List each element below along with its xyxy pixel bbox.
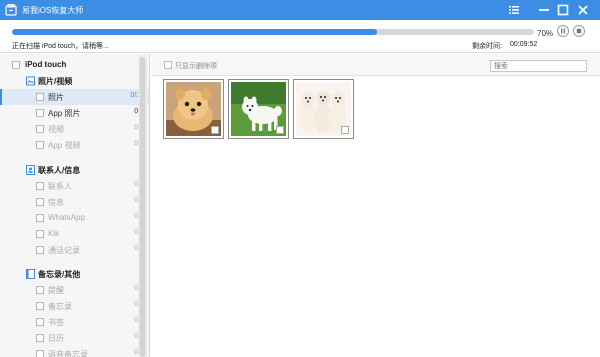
sidebar-scrollbar[interactable] bbox=[138, 54, 147, 357]
thumbnail-checkbox[interactable] bbox=[211, 126, 219, 134]
sidebar-item-call-history[interactable]: 通话记录 0/0 bbox=[0, 242, 149, 258]
category-sidebar: iPod touch 照片/视频 照片 0/37 App 照片 0/2 视频 0… bbox=[0, 54, 150, 357]
search-input[interactable] bbox=[490, 60, 587, 72]
sidebar-item-label: Kik bbox=[48, 229, 60, 238]
sidebar-item-label: App 照片 bbox=[48, 109, 81, 118]
sidebar-item-label: 备忘录 bbox=[48, 302, 72, 311]
item-checkbox[interactable] bbox=[36, 93, 44, 101]
item-checkbox[interactable] bbox=[36, 125, 44, 133]
item-checkbox[interactable] bbox=[36, 198, 44, 206]
close-icon[interactable] bbox=[576, 3, 590, 17]
scan-status-text: 正在扫描 iPod touch，请稍等... bbox=[12, 43, 109, 50]
thumbnail-checkbox[interactable] bbox=[341, 126, 349, 134]
item-checkbox[interactable] bbox=[36, 334, 44, 342]
photo-thumbnail[interactable] bbox=[163, 79, 224, 139]
sidebar-item-label: 照片 bbox=[48, 93, 64, 102]
sidebar-item-app-photos[interactable]: App 照片 0/2 bbox=[0, 105, 149, 121]
contacts-icon bbox=[26, 165, 35, 175]
sidebar-item-label: 日历 bbox=[48, 334, 64, 343]
sidebar-item-videos[interactable]: 视频 0/0 bbox=[0, 121, 149, 137]
sidebar-category-photos[interactable]: 照片/视频 bbox=[0, 73, 149, 89]
notes-icon bbox=[26, 269, 35, 279]
item-checkbox[interactable] bbox=[36, 302, 44, 310]
scan-progress-panel: 70% 正在扫描 iPod touch，请稍等... 剩余时间: 00:09:5… bbox=[0, 20, 600, 53]
sidebar-item-contacts[interactable]: 联系人 0/0 bbox=[0, 178, 149, 194]
stop-icon bbox=[576, 28, 582, 34]
sidebar-item-calendar[interactable]: 日历 0/0 bbox=[0, 330, 149, 346]
minimize-icon[interactable] bbox=[537, 3, 551, 17]
sidebar-item-label: App 视频 bbox=[48, 141, 81, 150]
sidebar-item-label: 书签 bbox=[48, 318, 64, 327]
sidebar-root-label: iPod touch bbox=[25, 60, 67, 69]
item-checkbox[interactable] bbox=[36, 141, 44, 149]
pause-icon bbox=[561, 28, 565, 34]
sidebar-item-kik[interactable]: Kik 0/0 bbox=[0, 226, 149, 242]
thumbnail-checkbox[interactable] bbox=[276, 126, 284, 134]
sidebar-category-label: 照片/视频 bbox=[38, 77, 73, 86]
item-checkbox[interactable] bbox=[36, 318, 44, 326]
root-checkbox[interactable] bbox=[12, 61, 20, 69]
only-deleted-checkbox[interactable] bbox=[164, 61, 172, 69]
sidebar-item-messages[interactable]: 信息 0/0 bbox=[0, 194, 149, 210]
progress-percent: 70% bbox=[537, 29, 554, 38]
item-checkbox[interactable] bbox=[36, 182, 44, 190]
photo-thumbnail[interactable] bbox=[293, 79, 354, 139]
only-deleted-label: 只显示删除项 bbox=[175, 63, 217, 70]
sidebar-item-voice-memos[interactable]: 语音备忘录 0/0 bbox=[0, 346, 149, 357]
item-checkbox[interactable] bbox=[36, 350, 44, 357]
sidebar-item-label: 通话记录 bbox=[48, 246, 80, 255]
item-checkbox[interactable] bbox=[36, 214, 44, 222]
sidebar-item-label: WhatsApp bbox=[48, 213, 85, 222]
sidebar-item-bookmarks[interactable]: 书签 0/0 bbox=[0, 314, 149, 330]
maximize-icon[interactable] bbox=[556, 3, 570, 17]
sidebar-root-ipod[interactable]: iPod touch bbox=[0, 57, 149, 73]
remaining-time-label: 剩余时间: bbox=[472, 43, 502, 50]
item-checkbox[interactable] bbox=[36, 230, 44, 238]
pause-button[interactable] bbox=[557, 25, 569, 37]
sidebar-category-contacts[interactable]: 联系人/信息 bbox=[0, 162, 149, 178]
app-logo-icon bbox=[5, 4, 17, 16]
sidebar-category-label: 联系人/信息 bbox=[38, 166, 81, 175]
remaining-time-value: 00:09:52 bbox=[510, 41, 538, 48]
content-toolbar: 只显示删除项 bbox=[151, 54, 600, 76]
stop-button[interactable] bbox=[573, 25, 585, 37]
sidebar-item-notes[interactable]: 备忘录 0/0 bbox=[0, 298, 149, 314]
sidebar-item-whatsapp[interactable]: WhatsApp 0/0 bbox=[0, 210, 149, 226]
menu-icon[interactable] bbox=[507, 3, 521, 17]
content-pane: 只显示删除项 bbox=[151, 54, 600, 357]
progress-fill bbox=[12, 29, 378, 35]
item-checkbox[interactable] bbox=[36, 286, 44, 294]
item-checkbox[interactable] bbox=[36, 246, 44, 254]
app-title: 易我iOS恢复大师 bbox=[22, 6, 84, 15]
photo-thumbnail[interactable] bbox=[228, 79, 289, 139]
sidebar-item-label: 语音备忘录 bbox=[48, 350, 88, 357]
sidebar-item-label: 信息 bbox=[48, 198, 64, 207]
sidebar-item-label: 提醒 bbox=[48, 286, 64, 295]
title-bar: 易我iOS恢复大师 bbox=[0, 0, 600, 20]
progress-bar bbox=[12, 29, 534, 35]
sidebar-item-label: 视频 bbox=[48, 125, 64, 134]
sidebar-category-notes[interactable]: 备忘录/其他 bbox=[0, 266, 149, 282]
photos-icon bbox=[26, 76, 35, 86]
sidebar-item-photos[interactable]: 照片 0/37 bbox=[0, 89, 149, 105]
sidebar-item-reminders[interactable]: 提醒 0/0 bbox=[0, 282, 149, 298]
sidebar-category-label: 备忘录/其他 bbox=[38, 270, 81, 279]
sidebar-item-app-videos[interactable]: App 视频 0/0 bbox=[0, 137, 149, 153]
item-checkbox[interactable] bbox=[36, 109, 44, 117]
sidebar-item-label: 联系人 bbox=[48, 182, 72, 191]
